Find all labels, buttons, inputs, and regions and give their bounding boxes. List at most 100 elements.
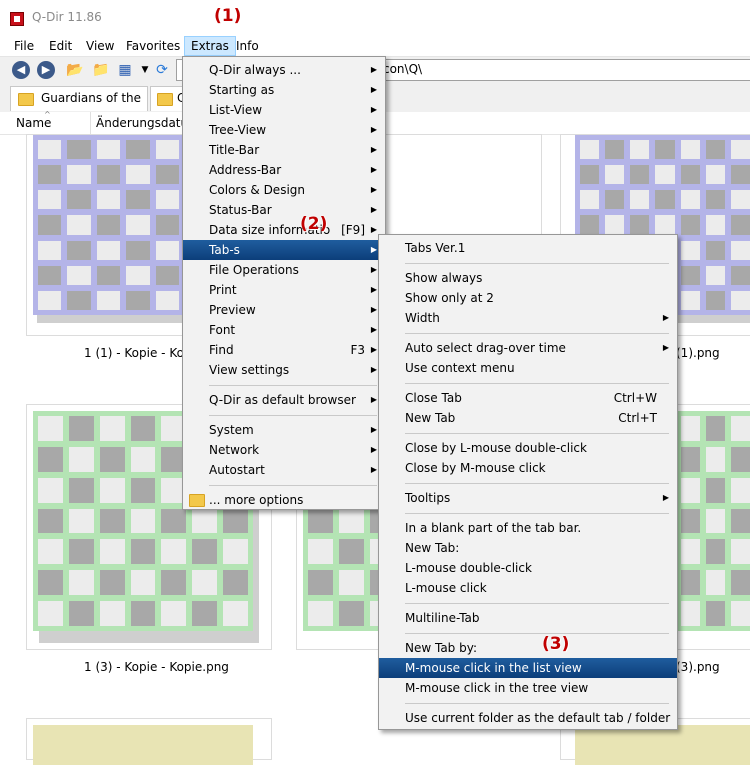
thumb-cell — [38, 165, 62, 185]
chevron-down-icon[interactable]: ▼ — [136, 61, 154, 79]
menu-item-label: L-mouse double-click — [405, 561, 532, 575]
thumb-cell — [680, 416, 700, 441]
menu-item-label: Width — [405, 311, 440, 325]
thumb-cell — [605, 215, 625, 235]
menu-item[interactable]: Close by M-mouse click — [379, 458, 677, 478]
thumbnail-caption: (1).png — [676, 346, 720, 360]
menu-edit[interactable]: Edit — [43, 36, 78, 56]
thumb-cell — [680, 477, 700, 503]
new-folder-icon[interactable]: 📁 — [92, 61, 110, 79]
menu-item[interactable]: M-mouse click in the tree view — [379, 678, 677, 698]
thumb-cell — [130, 539, 156, 565]
menu-item[interactable]: L-mouse double-click — [379, 558, 677, 578]
menu-item[interactable]: Font ▶ — [183, 320, 385, 340]
menu-item[interactable]: Use context menu — [379, 358, 677, 378]
menu-item-shortcut: Ctrl+W — [613, 391, 657, 405]
thumb-cell — [680, 446, 700, 472]
menu-item-label: Close by L-mouse double-click — [405, 441, 587, 455]
menu-item[interactable]: Close by L-mouse double-click — [379, 438, 677, 458]
menu-item[interactable]: Network ▶ — [183, 440, 385, 460]
menu-item[interactable]: Colors & Design ▶ — [183, 180, 385, 200]
thumb-cell — [605, 190, 625, 210]
thumb-cell — [680, 539, 700, 565]
forward-arrow-icon[interactable]: ▶ — [37, 61, 55, 79]
tab-guardians[interactable]: Guardians of the ... — [10, 86, 148, 119]
menu-item[interactable]: Multiline-Tab — [379, 608, 677, 628]
thumb-cell — [705, 570, 725, 596]
thumb-cell — [68, 477, 94, 503]
menu-item[interactable]: New Tab: — [379, 538, 677, 558]
menu-item[interactable]: New Tab by: — [379, 638, 677, 658]
menu-item[interactable]: Show only at 2 — [379, 288, 677, 308]
menu-item[interactable]: Tooltips ▶ — [379, 488, 677, 508]
thumb-cell — [192, 570, 218, 596]
thumbnail-7[interactable] — [26, 718, 272, 765]
thumb-cell — [68, 570, 94, 596]
thumb-cell — [680, 601, 700, 626]
thumb-cell — [99, 446, 125, 472]
thumb-cell — [67, 165, 91, 185]
menu-favorites[interactable]: Favorites — [120, 36, 186, 56]
menu-item-label: Network — [209, 443, 260, 457]
thumb-cell — [655, 190, 675, 210]
thumb-cell — [155, 190, 180, 210]
menu-item[interactable]: Q-Dir as default browser ▶ — [183, 390, 385, 410]
up-folder-icon[interactable]: 📂 — [66, 61, 84, 79]
menu-separator — [209, 485, 377, 486]
menu-item-label: M-mouse click in the list view — [405, 661, 582, 675]
menu-item[interactable]: Auto select drag-over time ▶ — [379, 338, 677, 358]
menu-item[interactable]: Tab-s ▶ — [183, 240, 385, 260]
menu-item[interactable]: Show always — [379, 268, 677, 288]
menu-item-shortcut: [F9] — [341, 223, 365, 237]
menu-item[interactable]: File Operations ▶ — [183, 260, 385, 280]
menu-item[interactable]: Close Tab Ctrl+W — [379, 388, 677, 408]
menu-item[interactable]: In a blank part of the tab bar. — [379, 518, 677, 538]
menu-item[interactable]: New Tab Ctrl+T — [379, 408, 677, 428]
thumb-cell — [730, 416, 750, 441]
menu-item[interactable]: ... more options — [183, 490, 385, 510]
menu-item[interactable]: Preview ▶ — [183, 300, 385, 320]
menu-item[interactable]: Address-Bar ▶ — [183, 160, 385, 180]
menu-item[interactable]: Tabs Ver.1 — [379, 238, 677, 258]
menu-item-label: Close Tab — [405, 391, 462, 405]
menu-item[interactable]: List-View ▶ — [183, 100, 385, 120]
menu-item[interactable]: Starting as ▶ — [183, 80, 385, 100]
thumb-cell — [155, 240, 180, 260]
menu-item[interactable]: L-mouse click — [379, 578, 677, 598]
menu-item[interactable]: Use current folder as the default tab / … — [379, 708, 677, 728]
menu-extras[interactable]: Extras — [184, 36, 236, 56]
thumb-cell — [308, 508, 333, 534]
menu-item[interactable]: Title-Bar ▶ — [183, 140, 385, 160]
submenu-arrow-icon: ▶ — [370, 245, 377, 254]
menu-item[interactable]: Autostart ▶ — [183, 460, 385, 480]
thumb-cell — [126, 215, 150, 235]
view-mode-icon[interactable]: ▦ — [116, 61, 134, 79]
menu-item[interactable]: View settings ▶ — [183, 360, 385, 380]
menu-item[interactable]: Q-Dir always ... ▶ — [183, 60, 385, 80]
thumb-cell — [630, 190, 650, 210]
refresh-icon[interactable]: ⟳ — [153, 61, 171, 79]
menu-item-label: Multiline-Tab — [405, 611, 480, 625]
menu-view[interactable]: View — [80, 36, 120, 56]
menu-item[interactable]: Print ▶ — [183, 280, 385, 300]
thumb-cell — [130, 570, 156, 596]
menu-item[interactable]: Data size informatio [F9] ▶ — [183, 220, 385, 240]
menu-file[interactable]: File — [8, 36, 40, 56]
thumb-cell — [192, 601, 218, 626]
thumb-cell — [338, 508, 364, 534]
menu-item[interactable]: System ▶ — [183, 420, 385, 440]
menu-item[interactable]: Width ▶ — [379, 308, 677, 328]
menu-item-label: ... more options — [209, 493, 304, 507]
menu-item[interactable]: M-mouse click in the list view — [379, 658, 677, 678]
thumb-cell — [130, 601, 156, 626]
menu-item[interactable]: Tree-View ▶ — [183, 120, 385, 140]
menu-item[interactable]: Status-Bar ▶ — [183, 200, 385, 220]
thumb-cell — [705, 165, 725, 185]
menu-info[interactable]: Info — [230, 36, 265, 56]
thumb-cell — [730, 290, 750, 310]
menu-item-label: L-mouse click — [405, 581, 487, 595]
window-title: Q-Dir 11.86 — [32, 10, 102, 24]
thumb-cell — [605, 140, 625, 160]
menu-item[interactable]: Find F3 ▶ — [183, 340, 385, 360]
back-arrow-icon[interactable]: ◀ — [12, 61, 30, 79]
